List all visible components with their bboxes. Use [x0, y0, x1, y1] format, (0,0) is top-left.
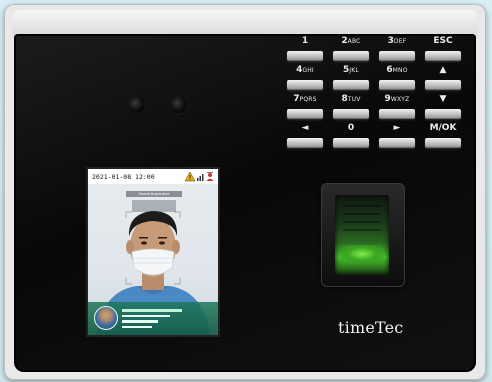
key-6[interactable]: 6MNO — [378, 65, 416, 90]
status-icons — [184, 171, 215, 184]
key-up[interactable]: ▲ — [424, 65, 462, 90]
key-left[interactable]: ◄ — [286, 123, 324, 148]
key-4[interactable]: 4GHI — [286, 65, 324, 90]
lcd-screen[interactable]: 2021-01-08 12:00 Normal temperature — [88, 169, 218, 335]
key-right[interactable]: ► — [378, 123, 416, 148]
signal-icon — [197, 174, 204, 181]
verification-result-panel — [88, 302, 218, 335]
keypad: 1 2ABC 3DEF ESC 4GHI 5JKL 6MNO ▲ 7PQRS 8… — [286, 36, 461, 148]
key-9[interactable]: 9WXYZ — [378, 94, 416, 119]
key-8[interactable]: 8TUV — [332, 94, 370, 119]
user-icon — [206, 172, 214, 181]
key-5[interactable]: 5JKL — [332, 65, 370, 90]
top-strip — [12, 10, 478, 36]
key-1[interactable]: 1 — [286, 36, 324, 61]
fingerprint-glow — [341, 245, 383, 263]
camera-lens-left — [127, 95, 145, 113]
user-avatar — [94, 306, 118, 330]
warning-icon — [184, 171, 196, 182]
key-menu-ok[interactable]: M/OK — [424, 123, 462, 148]
key-0[interactable]: 0 — [332, 123, 370, 148]
fingerprint-window — [335, 195, 389, 275]
key-down[interactable]: ▼ — [424, 94, 462, 119]
key-esc[interactable]: ESC — [424, 36, 462, 61]
status-datetime: 2021-01-08 12:00 — [92, 173, 155, 181]
camera-lens-right — [169, 95, 187, 113]
camera-preview: Normal temperature — [88, 184, 218, 335]
fingerprint-sensor[interactable] — [321, 183, 405, 287]
key-3[interactable]: 3DEF — [378, 36, 416, 61]
status-bar: 2021-01-08 12:00 — [88, 169, 218, 184]
key-7[interactable]: 7PQRS — [286, 94, 324, 119]
verification-details — [122, 308, 182, 328]
brand-logo: timeTec — [338, 318, 404, 337]
key-2[interactable]: 2ABC — [332, 36, 370, 61]
